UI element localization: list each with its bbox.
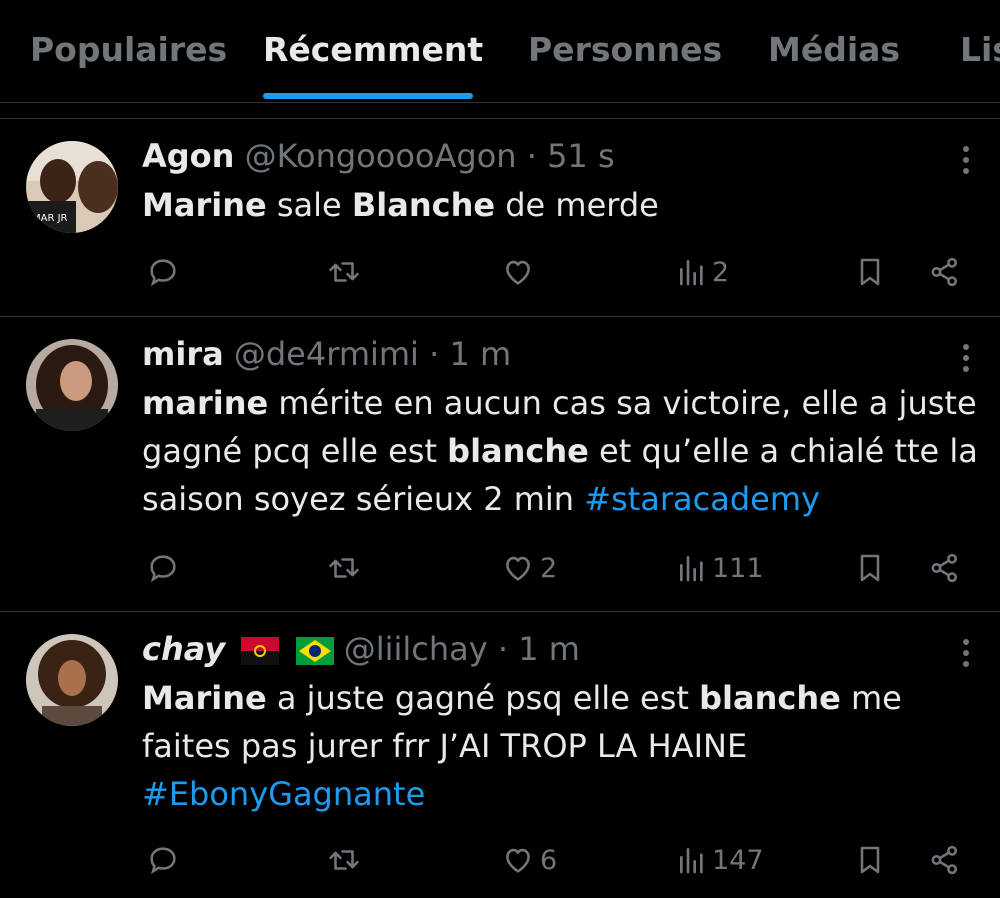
author-name[interactable]: mira	[142, 335, 224, 373]
text-segment: a juste gagné psq elle est	[266, 679, 700, 717]
divider	[0, 118, 1000, 119]
avatar[interactable]	[26, 339, 118, 431]
author-handle[interactable]: @KongooooAgon	[245, 137, 517, 175]
tweet-text: marine mérite en aucun cas sa victoire, …	[142, 379, 992, 523]
views-icon	[680, 556, 703, 582]
divider	[0, 316, 1000, 317]
share-icon	[931, 257, 958, 287]
highlighted-word: blanche	[699, 679, 841, 717]
like-button[interactable]: 6	[500, 842, 557, 878]
bookmark-icon	[860, 258, 880, 286]
bookmark-button[interactable]	[854, 550, 886, 586]
timestamp[interactable]: 1 m	[518, 630, 580, 668]
hashtag-link[interactable]: #EbonyGagnante	[142, 775, 425, 813]
more-icon[interactable]	[952, 339, 980, 379]
more-icon[interactable]	[952, 634, 980, 674]
reply-icon	[150, 555, 176, 583]
dot-separator: ·	[497, 630, 509, 668]
highlighted-word: Marine	[142, 679, 267, 717]
share-icon	[931, 553, 958, 583]
tweet-header: mira @de4rmimi · 1 m	[142, 335, 511, 373]
text-segment: de merde	[495, 186, 659, 224]
author-handle[interactable]: @de4rmimi	[234, 335, 419, 373]
view-count: 147	[712, 844, 764, 876]
views-button[interactable]: 2	[676, 254, 729, 290]
tab-listes[interactable]: Lis	[960, 30, 1000, 69]
bookmark-icon	[860, 554, 880, 582]
share-icon	[931, 845, 958, 875]
dot-separator: ·	[526, 137, 537, 175]
share-button[interactable]	[927, 550, 963, 586]
heart-icon	[506, 260, 530, 285]
retweet-icon	[329, 558, 359, 578]
active-tab-indicator	[263, 93, 473, 99]
like-count: 2	[540, 552, 558, 584]
timestamp[interactable]: 51 s	[547, 137, 615, 175]
divider	[0, 611, 1000, 612]
views-button[interactable]: 147	[676, 842, 764, 878]
tweet-header: chay @liilchay · 1 m	[142, 630, 580, 668]
highlighted-word: marine	[142, 384, 269, 422]
tab-populaires[interactable]: Populaires	[30, 30, 227, 69]
highlighted-word: blanche	[447, 432, 589, 470]
avatar[interactable]	[26, 634, 118, 726]
like-count: 6	[540, 844, 558, 876]
author-name[interactable]: Agon	[142, 137, 234, 175]
bookmark-button[interactable]	[854, 254, 886, 290]
svg-text:MAR JR: MAR JR	[32, 213, 68, 224]
heart-icon	[506, 848, 530, 873]
reply-button[interactable]	[146, 254, 180, 290]
reply-icon	[150, 847, 176, 875]
views-icon	[680, 848, 703, 874]
heart-icon	[506, 556, 530, 581]
avatar[interactable]: MAR JR	[26, 141, 118, 233]
text-segment: sale	[266, 186, 352, 224]
timestamp[interactable]: 1 m	[449, 335, 511, 373]
retweet-button[interactable]	[326, 254, 362, 290]
view-count: 2	[712, 256, 730, 288]
share-button[interactable]	[927, 254, 963, 290]
more-icon[interactable]	[952, 141, 980, 181]
views-icon	[680, 260, 703, 286]
author-name[interactable]: chay	[142, 630, 225, 668]
like-button[interactable]: 2	[500, 550, 557, 586]
retweet-icon	[329, 850, 359, 870]
highlighted-word: Blanche	[351, 186, 496, 224]
tab-personnes[interactable]: Personnes	[528, 30, 722, 69]
reply-icon	[150, 259, 176, 287]
tweet-header: Agon @KongooooAgon · 51 s	[142, 137, 615, 175]
angola-flag	[241, 637, 280, 665]
bookmark-icon	[860, 846, 880, 874]
tweet-text: Marine a juste gagné psq elle est blanch…	[142, 674, 992, 818]
bookmark-button[interactable]	[854, 842, 886, 878]
search-tabs: Populaires Récemment Personnes Médias Li…	[0, 0, 1000, 103]
reply-button[interactable]	[146, 550, 180, 586]
retweet-button[interactable]	[326, 550, 362, 586]
highlighted-word: Marine	[142, 186, 267, 224]
retweet-button[interactable]	[326, 842, 362, 878]
brazil-flag	[295, 637, 334, 665]
author-handle[interactable]: @liilchay	[344, 630, 488, 668]
like-button[interactable]	[500, 254, 540, 290]
share-button[interactable]	[927, 842, 963, 878]
dot-separator: ·	[429, 335, 440, 373]
retweet-icon	[329, 262, 359, 282]
reply-button[interactable]	[146, 842, 180, 878]
tab-recemment[interactable]: Récemment	[263, 30, 483, 69]
view-count: 111	[712, 552, 764, 584]
views-button[interactable]: 111	[676, 550, 764, 586]
tab-medias[interactable]: Médias	[768, 30, 900, 69]
hashtag-link[interactable]: #staracademy	[584, 480, 820, 518]
tweet-text: Marine sale Blanche de merde	[142, 181, 992, 229]
